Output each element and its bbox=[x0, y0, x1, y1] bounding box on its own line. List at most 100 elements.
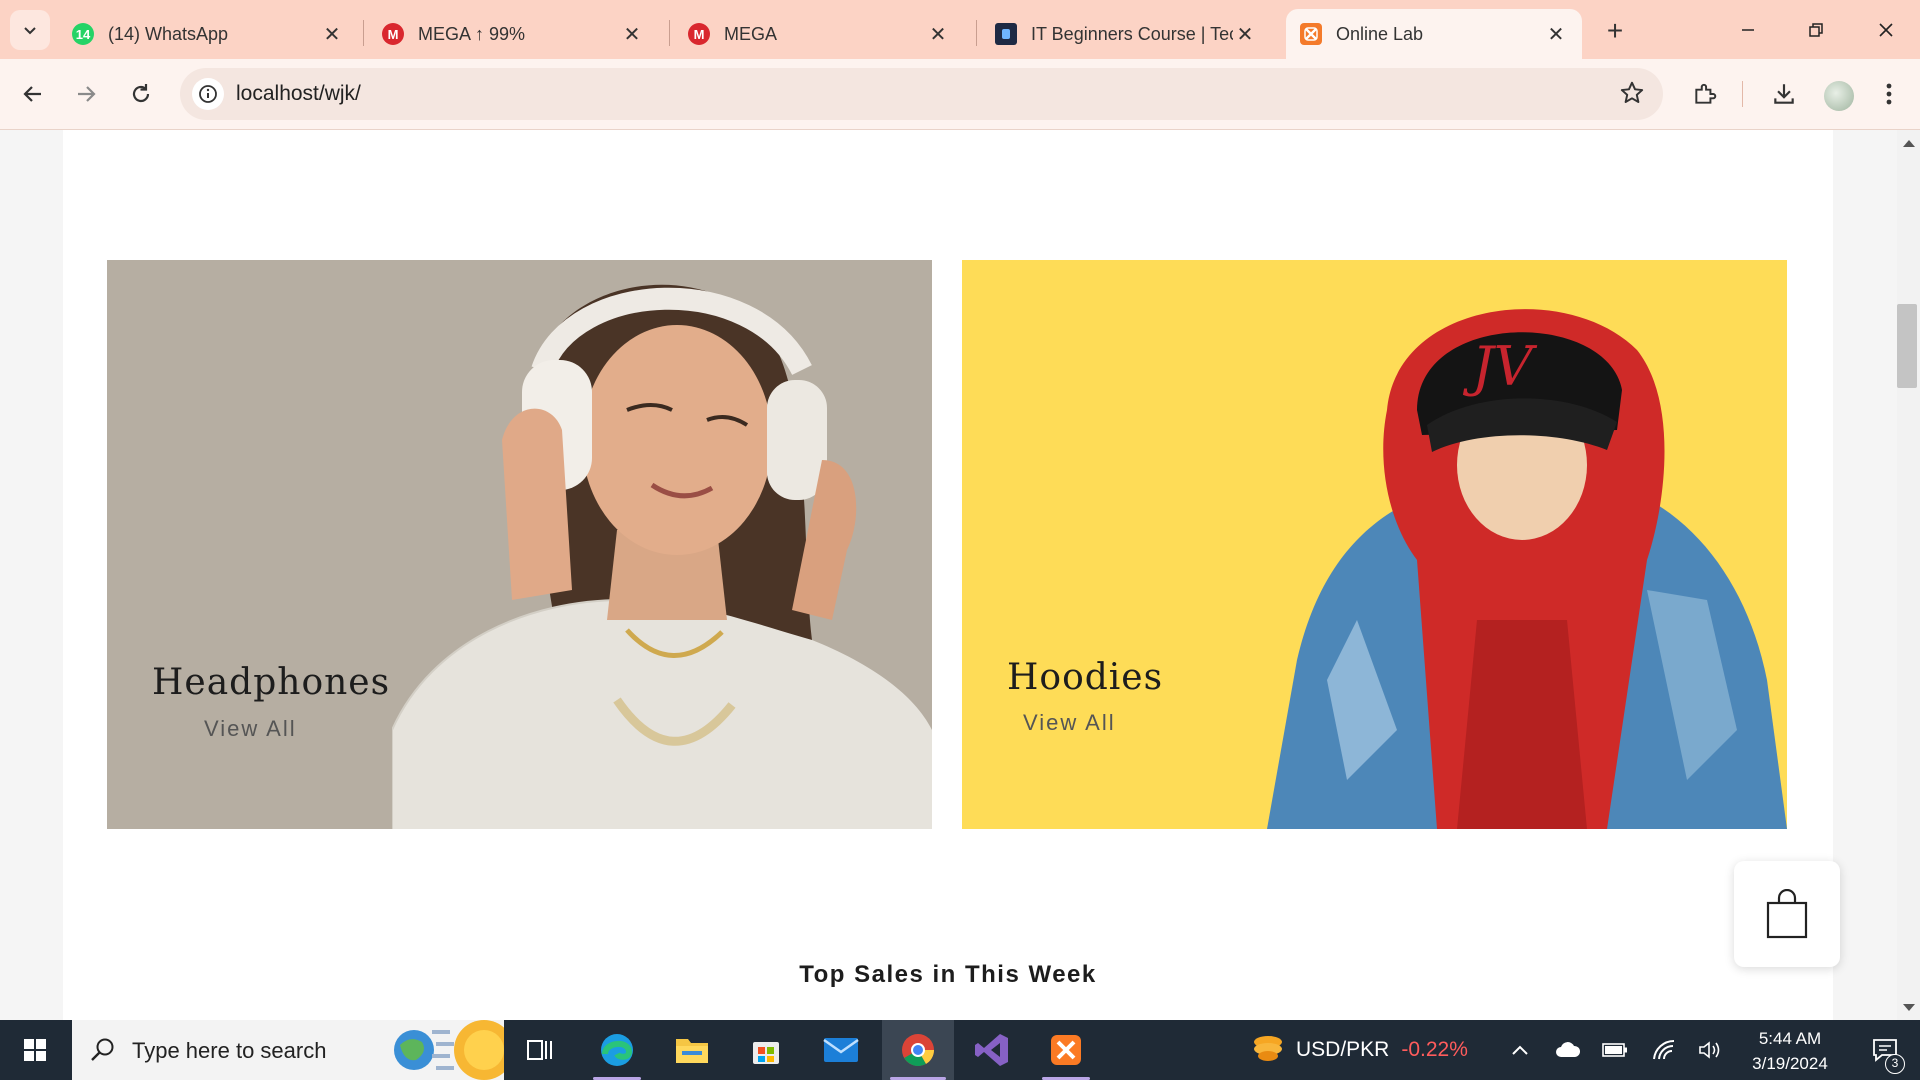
cloud-icon bbox=[1556, 1042, 1581, 1057]
close-icon[interactable]: ✕ bbox=[620, 22, 644, 47]
coins-icon bbox=[1254, 1036, 1282, 1061]
close-icon[interactable]: ✕ bbox=[926, 22, 950, 47]
tab-title: MEGA bbox=[724, 23, 778, 44]
scroll-down-icon[interactable] bbox=[1903, 1004, 1915, 1011]
xampp-icon bbox=[1300, 23, 1322, 45]
whatsapp-icon: 14 bbox=[72, 23, 94, 45]
system-clock[interactable]: 5:44 AM 3/19/2024 bbox=[1735, 1026, 1845, 1076]
menu-button[interactable] bbox=[1869, 74, 1909, 114]
site-info-icon[interactable] bbox=[192, 78, 224, 110]
browser-toolbar: localhost/wjk/ bbox=[0, 59, 1920, 130]
currency-pair: USD/PKR bbox=[1296, 1038, 1390, 1061]
onedrive-tray[interactable] bbox=[1548, 1020, 1588, 1080]
tab-it-course[interactable]: IT Beginners Course | Tec ✕ bbox=[981, 9, 1271, 59]
network-tray[interactable] bbox=[1644, 1020, 1684, 1080]
shopping-bag-icon bbox=[1766, 889, 1808, 939]
reload-button[interactable] bbox=[121, 74, 161, 114]
extensions-button[interactable] bbox=[1685, 74, 1725, 114]
minimize-icon bbox=[1742, 28, 1754, 31]
taskbar-search[interactable]: Type here to search bbox=[72, 1020, 504, 1080]
mega-icon: M bbox=[688, 23, 710, 45]
close-icon[interactable]: ✕ bbox=[1233, 22, 1257, 47]
tab-search-button[interactable] bbox=[10, 10, 50, 50]
currency-widget[interactable]: USD/PKR -0.22% bbox=[1250, 1020, 1468, 1080]
hoodie-model-image: JV bbox=[1267, 260, 1787, 829]
taskbar-chrome[interactable] bbox=[882, 1020, 954, 1080]
wifi-icon bbox=[1653, 1039, 1675, 1060]
page-container: Headphones View All JV Hoodies View All bbox=[63, 130, 1833, 1020]
back-button[interactable] bbox=[13, 74, 53, 114]
taskbar-visual-studio[interactable] bbox=[960, 1020, 1024, 1080]
battery-tray[interactable] bbox=[1595, 1020, 1635, 1080]
notification-center-button[interactable]: 3 bbox=[1855, 1020, 1915, 1080]
banner-headphones[interactable]: Headphones View All bbox=[107, 260, 932, 829]
search-highlight-art bbox=[394, 1020, 504, 1080]
cart-button[interactable] bbox=[1734, 861, 1840, 967]
tab-title: MEGA ↑ 99% bbox=[418, 23, 526, 44]
url-text[interactable]: localhost/wjk/ bbox=[236, 82, 361, 106]
forward-button[interactable] bbox=[66, 74, 106, 114]
currency-change: -0.22% bbox=[1401, 1038, 1468, 1061]
close-icon[interactable]: ✕ bbox=[1544, 22, 1568, 47]
profile-avatar[interactable] bbox=[1824, 81, 1854, 111]
taskbar-mail[interactable] bbox=[809, 1020, 873, 1080]
svg-text:JV: JV bbox=[1462, 335, 1538, 398]
reload-icon bbox=[132, 84, 150, 103]
bookmark-star-icon[interactable] bbox=[1619, 80, 1645, 111]
tab-online-lab[interactable]: Online Lab ✕ bbox=[1286, 9, 1582, 59]
restore-button[interactable] bbox=[1782, 0, 1850, 59]
banner-title: Headphones bbox=[152, 662, 391, 703]
xampp-icon bbox=[1051, 1035, 1081, 1065]
clock-time: 5:44 AM bbox=[1758, 1029, 1822, 1048]
tab-divider bbox=[363, 20, 364, 46]
chrome-icon bbox=[902, 1034, 935, 1067]
taskbar-microsoft-store[interactable] bbox=[734, 1020, 798, 1080]
restore-icon bbox=[1809, 22, 1823, 37]
taskbar-edge[interactable] bbox=[585, 1020, 649, 1080]
banner-hoodies[interactable]: JV Hoodies View All bbox=[962, 260, 1787, 829]
folder-icon bbox=[676, 1039, 708, 1063]
tab-divider bbox=[669, 20, 670, 46]
scroll-thumb[interactable] bbox=[1897, 304, 1917, 388]
task-view-button[interactable] bbox=[508, 1020, 572, 1080]
volume-tray[interactable] bbox=[1690, 1020, 1730, 1080]
search-placeholder: Type here to search bbox=[132, 1038, 327, 1063]
arrow-right-icon bbox=[78, 86, 96, 102]
downloads-button[interactable] bbox=[1764, 74, 1804, 114]
toolbar-divider bbox=[1742, 81, 1743, 107]
view-all-link[interactable]: View All bbox=[204, 716, 297, 742]
arrow-left-icon bbox=[23, 86, 41, 102]
chevron-up-icon bbox=[1512, 1045, 1528, 1055]
tab-divider bbox=[976, 20, 977, 46]
taskbar-file-explorer[interactable] bbox=[660, 1020, 724, 1080]
minimize-button[interactable] bbox=[1714, 0, 1782, 59]
start-button[interactable] bbox=[0, 1020, 70, 1080]
task-view-icon bbox=[527, 1040, 552, 1060]
view-all-link[interactable]: View All bbox=[1023, 710, 1116, 736]
download-icon bbox=[1774, 84, 1794, 104]
banner-title: Hoodies bbox=[1007, 657, 1164, 698]
tab-whatsapp[interactable]: 14 (14) WhatsApp ✕ bbox=[58, 9, 358, 59]
tab-mega-upload[interactable]: M MEGA ↑ 99% ✕ bbox=[368, 9, 658, 59]
close-window-button[interactable] bbox=[1852, 0, 1920, 59]
tab-title: IT Beginners Course | Tec bbox=[1031, 23, 1233, 44]
close-icon bbox=[1879, 22, 1893, 37]
edge-icon bbox=[601, 1034, 633, 1066]
taskbar-xampp[interactable] bbox=[1034, 1020, 1098, 1080]
section-title-top-sales: Top Sales in This Week bbox=[799, 961, 1097, 988]
taskbar: Type here to search USD/PKR -0.22% 5:44 … bbox=[0, 1020, 1920, 1080]
new-tab-button[interactable]: + bbox=[1597, 14, 1633, 50]
scroll-up-icon[interactable] bbox=[1903, 140, 1915, 147]
visual-studio-icon bbox=[975, 1034, 1008, 1066]
store-icon bbox=[753, 1042, 779, 1064]
page-scrollbar[interactable] bbox=[1897, 130, 1920, 1020]
show-hidden-icons-button[interactable] bbox=[1500, 1020, 1540, 1080]
notification-badge: 3 bbox=[1885, 1054, 1905, 1074]
close-icon[interactable]: ✕ bbox=[320, 22, 344, 47]
tab-mega[interactable]: M MEGA ✕ bbox=[674, 9, 964, 59]
address-bar[interactable]: localhost/wjk/ bbox=[180, 68, 1663, 120]
search-icon bbox=[91, 1038, 114, 1061]
page-viewport: Headphones View All JV Hoodies View All … bbox=[0, 130, 1897, 1020]
chevron-down-icon bbox=[24, 27, 36, 35]
headphones-model-image bbox=[392, 260, 932, 829]
